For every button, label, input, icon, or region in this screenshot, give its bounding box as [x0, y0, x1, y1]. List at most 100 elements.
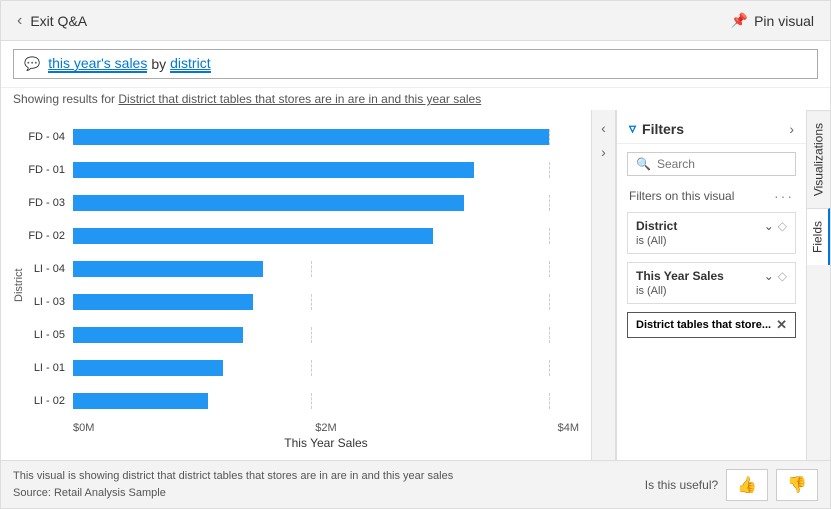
- bar-row: LI - 01: [25, 357, 579, 379]
- bar-row: LI - 05: [25, 324, 579, 346]
- bar-row: LI - 03: [25, 291, 579, 313]
- bar-track: [73, 129, 579, 145]
- chart-inner: FD - 04 FD - 01 FD - 03 FD - 02 LI - 04 LI - …: [25, 120, 579, 450]
- chat-icon: 💬: [24, 56, 40, 72]
- filter-item-district: District ⌄ ◇ is (All): [627, 212, 796, 254]
- bar-label: LI - 01: [25, 362, 73, 374]
- filters-title-text: Filters: [642, 121, 684, 137]
- bottom-right: Is this useful? 👍 👎: [645, 469, 818, 501]
- filter-thisyearsales-chevron[interactable]: ⌄: [764, 269, 774, 283]
- filter-item-district-header: District ⌄ ◇: [636, 219, 787, 233]
- pin-label: Pin visual: [754, 13, 814, 29]
- filters-on-visual-label: Filters on this visual ···: [617, 184, 806, 208]
- filter-district-value: is (All): [636, 235, 787, 247]
- tab-fields-label: Fields: [811, 221, 825, 253]
- y-axis-label: District: [9, 120, 25, 450]
- bar-row: FD - 01: [25, 159, 579, 181]
- bar-row: FD - 02: [25, 225, 579, 247]
- filters-header: ▿ Filters ›: [617, 110, 806, 144]
- filters-title: ▿ Filters: [629, 120, 684, 137]
- x-tick-1: $2M: [315, 422, 336, 434]
- exit-label: Exit Q&A: [30, 13, 87, 29]
- filters-search-input[interactable]: [657, 157, 787, 171]
- search-input-wrapper[interactable]: 💬 this year's sales by district: [13, 49, 818, 79]
- bar-row: FD - 04: [25, 126, 579, 148]
- tab-fields[interactable]: Fields: [807, 208, 830, 265]
- bar-row: FD - 03: [25, 192, 579, 214]
- tab-visualizations[interactable]: Visualizations: [807, 110, 830, 208]
- bar-track: [73, 162, 579, 178]
- filters-on-visual-text: Filters on this visual: [629, 189, 734, 203]
- pin-visual-button[interactable]: 📌 Pin visual: [731, 12, 814, 29]
- filter-thisyearsales-name: This Year Sales: [636, 269, 724, 283]
- chart-area: District FD - 04 FD - 01 FD - 03 FD - 02 LI …: [1, 110, 591, 460]
- bar-row: LI - 02: [25, 390, 579, 412]
- search-query-part1: this year's sales: [48, 55, 147, 73]
- filters-dots-menu[interactable]: ···: [774, 188, 794, 204]
- search-text: this year's sales by district: [48, 55, 210, 73]
- filters-search-icon: 🔍: [636, 157, 651, 171]
- pin-icon: 📌: [731, 12, 748, 29]
- nav-left-button[interactable]: ‹: [599, 118, 608, 138]
- filter-district-clear[interactable]: ◇: [778, 219, 787, 233]
- chevron-left-icon: ‹: [17, 12, 22, 30]
- filter-district-chevron[interactable]: ⌄: [764, 219, 774, 233]
- bar-fill[interactable]: [73, 327, 243, 343]
- right-panel: ‹ › ▿ Filters › 🔍 Filters on this v: [591, 110, 830, 460]
- filter-district-name: District: [636, 219, 677, 233]
- filter-tag[interactable]: District tables that store... ✕: [627, 312, 796, 338]
- bar-fill[interactable]: [73, 129, 549, 145]
- thumb-down-button[interactable]: 👎: [776, 469, 818, 501]
- bars-container: FD - 04 FD - 01 FD - 03 FD - 02 LI - 04 LI - …: [25, 120, 579, 418]
- bar-track: [73, 294, 579, 310]
- bottom-text: This visual is showing district that dis…: [13, 468, 453, 501]
- nav-right-button[interactable]: ›: [599, 142, 608, 162]
- filter-item-thisyearsales: This Year Sales ⌄ ◇ is (All): [627, 262, 796, 304]
- filter-district-icons: ⌄ ◇: [764, 219, 787, 233]
- thumb-up-button[interactable]: 👍: [726, 469, 768, 501]
- x-axis-label: This Year Sales: [25, 434, 579, 450]
- bar-fill[interactable]: [73, 393, 208, 409]
- top-bar: ‹ Exit Q&A 📌 Pin visual: [1, 1, 830, 41]
- bar-track: [73, 195, 579, 211]
- bar-fill[interactable]: [73, 162, 474, 178]
- side-nav: ‹ ›: [592, 110, 616, 460]
- bar-fill[interactable]: [73, 360, 223, 376]
- filter-thisyearsales-icons: ⌄ ◇: [764, 269, 787, 283]
- results-link[interactable]: District that district tables that store…: [118, 92, 481, 106]
- useful-label: Is this useful?: [645, 478, 718, 492]
- filter-thisyearsales-value: is (All): [636, 285, 787, 297]
- x-tick-0: $0M: [73, 422, 94, 434]
- filter-item-thisyearsales-header: This Year Sales ⌄ ◇: [636, 269, 787, 283]
- exit-qna-button[interactable]: ‹ Exit Q&A: [17, 12, 87, 30]
- bottom-line1: This visual is showing district that dis…: [13, 468, 453, 485]
- bar-fill[interactable]: [73, 294, 253, 310]
- bar-fill[interactable]: [73, 228, 433, 244]
- filter-tag-text: District tables that store...: [636, 319, 771, 331]
- results-prefix: Showing results for: [13, 92, 118, 106]
- search-query-part2: district: [170, 55, 210, 73]
- filters-collapse-button[interactable]: ›: [789, 121, 794, 137]
- bar-fill[interactable]: [73, 195, 464, 211]
- filter-tag-remove[interactable]: ✕: [776, 317, 787, 333]
- tab-visualizations-label: Visualizations: [812, 123, 826, 196]
- x-tick-2: $4M: [558, 422, 579, 434]
- bar-row: LI - 04: [25, 258, 579, 280]
- bar-label: LI - 02: [25, 395, 73, 407]
- main-content: District FD - 04 FD - 01 FD - 03 FD - 02 LI …: [1, 110, 830, 460]
- filter-icon: ▿: [629, 120, 636, 137]
- search-by-word: by: [151, 56, 166, 72]
- bottom-bar: This visual is showing district that dis…: [1, 460, 830, 508]
- bar-fill[interactable]: [73, 261, 263, 277]
- bar-label: FD - 02: [25, 230, 73, 242]
- filter-thisyearsales-clear[interactable]: ◇: [778, 269, 787, 283]
- bar-track: [73, 393, 579, 409]
- bar-track: [73, 360, 579, 376]
- bar-label: FD - 03: [25, 197, 73, 209]
- filters-search[interactable]: 🔍: [627, 152, 796, 176]
- results-info: Showing results for District that distri…: [1, 88, 830, 110]
- bar-label: LI - 03: [25, 296, 73, 308]
- bar-label: LI - 04: [25, 263, 73, 275]
- x-axis: $0M $2M $4M: [25, 418, 579, 434]
- bar-label: FD - 01: [25, 164, 73, 176]
